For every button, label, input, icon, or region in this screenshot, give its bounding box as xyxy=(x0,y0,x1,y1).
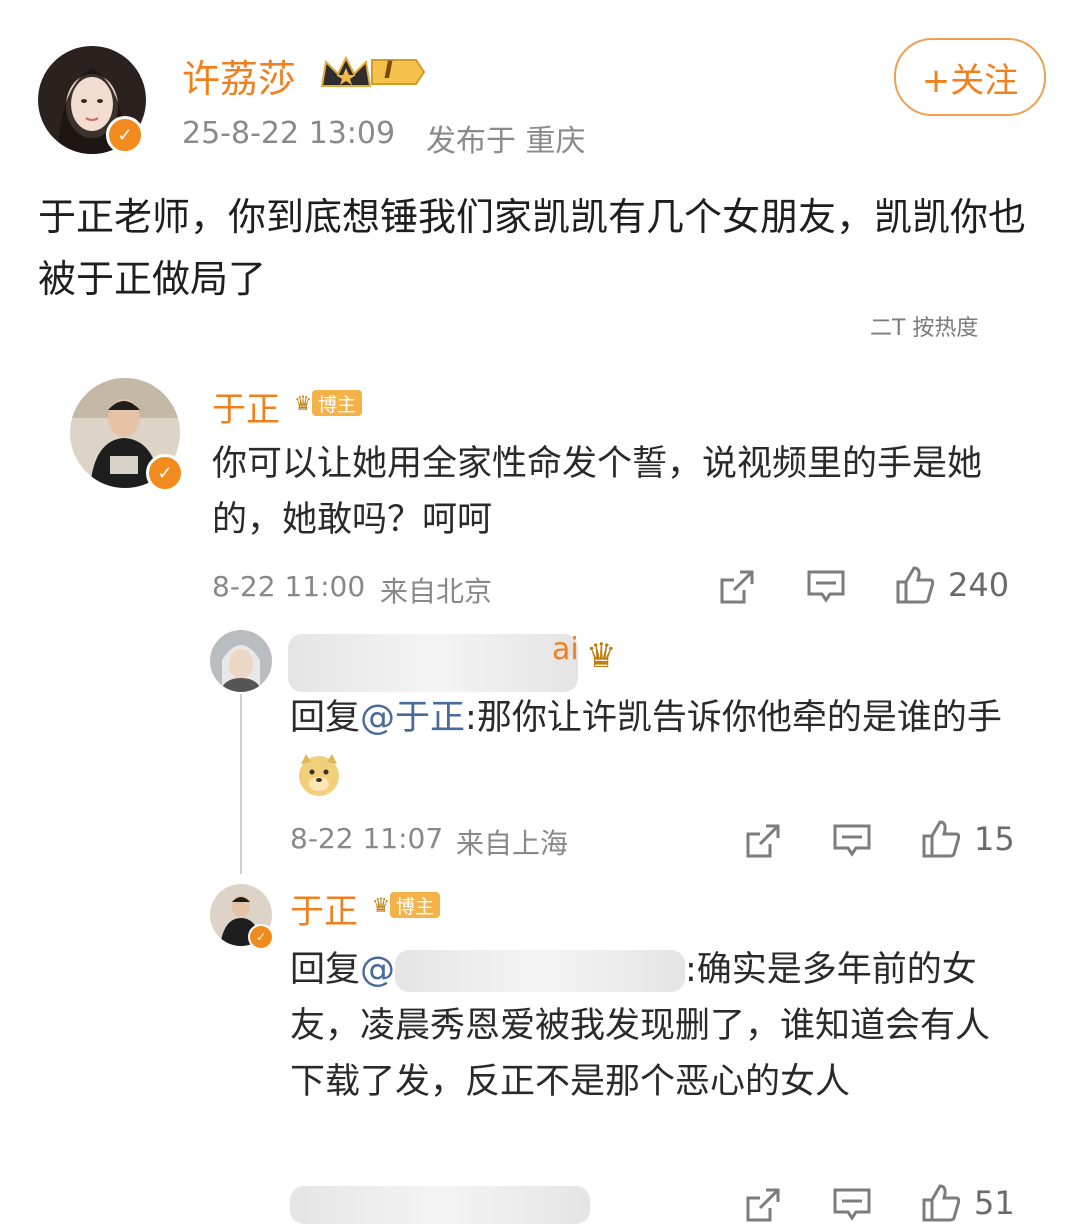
crown-icon: ♛ xyxy=(294,391,312,415)
badge-label: 博主 xyxy=(389,892,440,918)
comment-time: 8-22 11:00 xyxy=(212,570,366,603)
reply-prefix: 回复 xyxy=(290,950,361,990)
level-label: I xyxy=(384,56,393,84)
reply-author-fragment: ai xyxy=(552,632,579,667)
comment-location: 来自北京 xyxy=(380,575,493,608)
reply-avatar[interactable] xyxy=(210,630,272,692)
comment-button[interactable] xyxy=(806,568,846,606)
reply-prefix: 回复 xyxy=(290,698,361,738)
sort-toggle[interactable]: 二T 按热度 xyxy=(870,310,978,342)
reply-avatar-image xyxy=(210,630,272,692)
reply-body: :那你让许凯告诉你他牵的是谁的手 xyxy=(465,698,1002,738)
like-count: 15 xyxy=(974,820,1015,858)
share-icon xyxy=(746,1188,780,1222)
reply-text: 回复@于正:那你让许凯告诉你他牵的是谁的手 xyxy=(290,690,1010,802)
comment-button[interactable] xyxy=(832,1186,872,1224)
share-button[interactable] xyxy=(718,568,756,606)
doge-icon xyxy=(299,754,339,796)
reply-time: 8-22 11:07 xyxy=(290,822,444,855)
share-icon xyxy=(746,824,780,858)
comment-author[interactable]: 于正 xyxy=(290,884,358,933)
like-button[interactable]: 51 xyxy=(920,1182,1015,1224)
redacted-username xyxy=(288,634,578,692)
crown-icon: ♛ xyxy=(372,893,390,917)
blogger-badge: ♛ 博主 xyxy=(372,892,440,918)
crown-icon xyxy=(320,55,426,87)
share-button[interactable] xyxy=(744,1186,782,1224)
mention-link[interactable]: @于正 xyxy=(360,698,465,738)
author-name[interactable]: 许荔莎 xyxy=(182,48,296,103)
like-count: 51 xyxy=(974,1184,1015,1222)
like-count: 240 xyxy=(948,566,1010,604)
comment-icon xyxy=(833,1188,871,1221)
mention-link[interactable]: @ xyxy=(360,950,395,990)
like-button[interactable]: 240 xyxy=(894,564,1009,606)
member-level-badge: I xyxy=(318,52,428,92)
blogger-badge: ♛ 博主 xyxy=(294,390,362,416)
verified-icon: ✓ xyxy=(146,454,184,492)
thread-line xyxy=(240,694,242,874)
comment-icon xyxy=(833,824,871,857)
post-location: 发布于 重庆 xyxy=(426,124,586,159)
comment-author[interactable]: 于正 xyxy=(212,382,280,431)
post-timestamp: 25-8-22 13:09 xyxy=(182,116,396,151)
share-icon xyxy=(720,570,754,604)
redacted-mention xyxy=(395,950,686,992)
comment-button[interactable] xyxy=(832,822,872,860)
follow-button[interactable]: +关注 xyxy=(894,38,1046,116)
share-button[interactable] xyxy=(744,822,782,860)
doge-emoji xyxy=(296,752,342,798)
reply-location: 来自上海 xyxy=(456,827,569,860)
like-icon xyxy=(922,820,961,858)
comment-text: 你可以让她用全家性命发个誓，说视频里的手是她的，她敢吗？呵呵 xyxy=(212,444,983,540)
reply-text: 回复@:确实是多年前的女友，凌晨秀恩爱被我发现删了，谁知道会有人下载了发，反正不… xyxy=(290,942,1016,1110)
like-icon xyxy=(922,1184,961,1222)
like-icon xyxy=(896,566,935,604)
redacted-meta xyxy=(290,1186,590,1224)
verified-icon: ✓ xyxy=(248,924,274,950)
comment-icon xyxy=(807,570,845,603)
crown-icon: ♛ xyxy=(586,636,617,676)
verified-icon: ✓ xyxy=(106,116,144,154)
badge-label: 博主 xyxy=(311,390,362,416)
post-text: 于正老师，你到底想锤我们家凯凯有几个女朋友，凯凯你也被于正做局了 xyxy=(38,195,1027,301)
like-button[interactable]: 15 xyxy=(920,818,1015,860)
